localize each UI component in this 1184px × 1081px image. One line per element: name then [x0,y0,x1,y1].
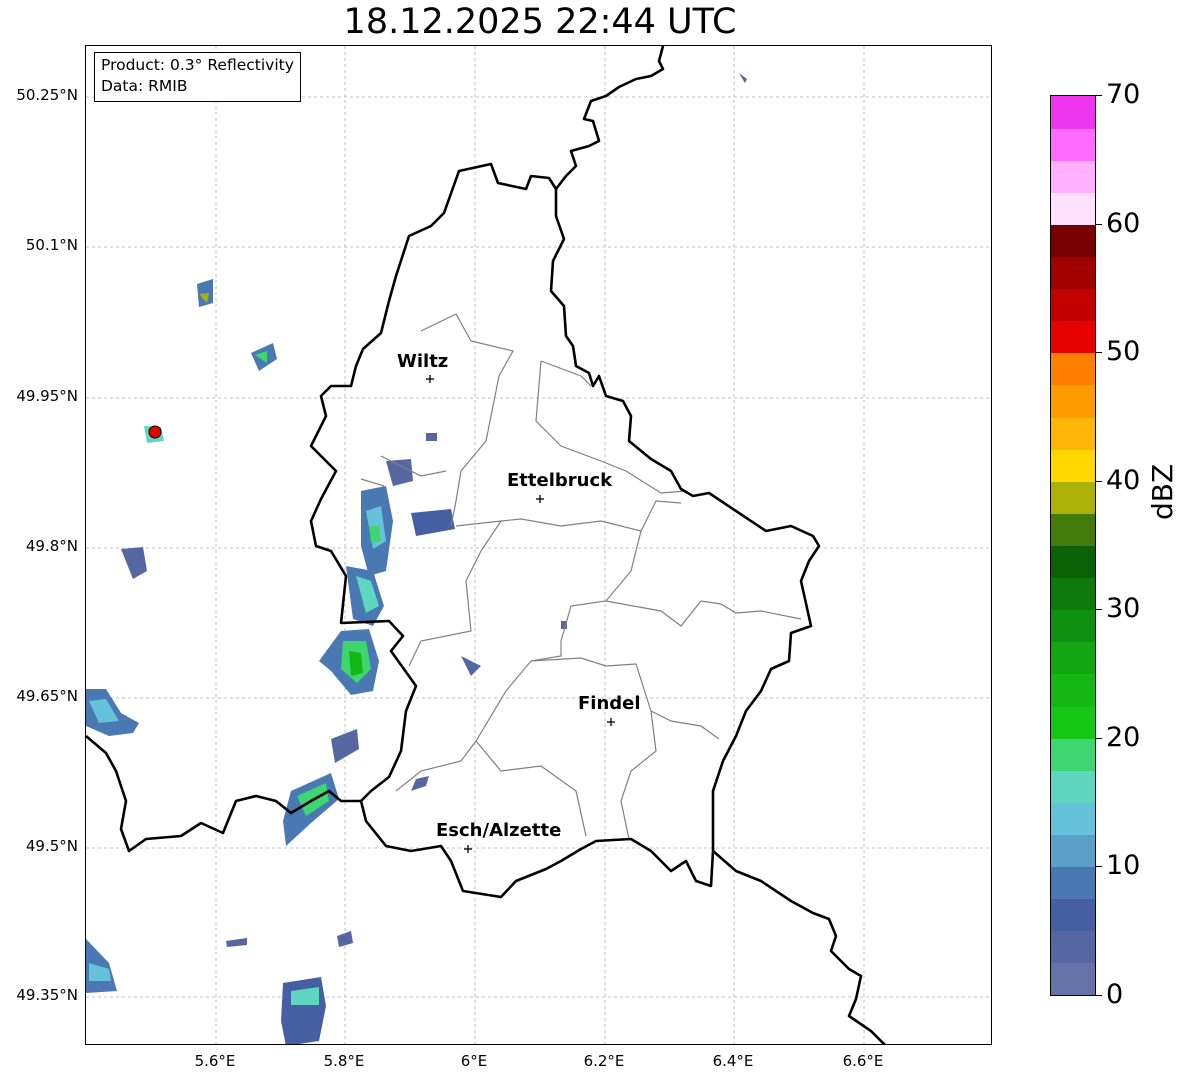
city-markers [426,375,615,853]
colorbar-segment [1051,384,1095,418]
district-boundaries [360,313,802,840]
city-label-findel: Findel [578,693,641,714]
colorbar-segment [1051,609,1095,643]
lat-label: 49.35°N [16,986,78,1004]
colorbar-segment [1051,930,1095,964]
colorbar-segment [1051,738,1095,771]
colorbar-tick [1096,737,1102,739]
colorbar-tick-label: 20 [1106,721,1141,753]
city-label-esch-alzette: Esch/Alzette [436,820,562,841]
colorbar-tick-label: 40 [1106,464,1141,496]
colorbar-segment [1051,866,1095,900]
colorbar-segment [1051,352,1095,386]
national-borders [86,46,886,1044]
map-title: 18.12.2025 22:44 UTC [343,2,737,42]
colorbar-tick [1096,866,1102,868]
colorbar-segment [1051,320,1095,354]
colorbar-tick-label: 0 [1106,979,1124,1010]
colorbar-tick-label: 30 [1106,593,1141,625]
colorbar-segment [1051,160,1095,193]
colorbar-segment [1051,256,1095,290]
city-label-ettelbruck: Ettelbruck [507,470,613,491]
lat-label: 49.8°N [25,537,78,555]
colorbar-segment [1051,577,1095,611]
lon-label: 5.6°E [194,1052,236,1070]
colorbar-segment [1051,192,1095,225]
colorbar-segment [1051,770,1095,803]
colorbar-tick [1096,995,1102,996]
colorbar [1050,95,1096,996]
colorbar-segment [1051,96,1095,129]
colorbar-tick [1096,223,1102,225]
lon-label: 6.4°E [712,1052,754,1070]
colorbar-segment [1051,802,1095,835]
colorbar-segment [1051,706,1095,739]
colorbar-segment [1051,673,1095,707]
colorbar-segment [1051,834,1095,868]
lon-label: 6°E [460,1052,488,1070]
map-canvas [86,46,991,1044]
colorbar-segment [1051,288,1095,322]
colorbar-segment [1051,481,1095,514]
colorbar-segment [1051,128,1095,161]
colorbar-tick-label: 10 [1106,850,1141,882]
colorbar-segment [1051,224,1095,258]
colorbar-segment [1051,641,1095,675]
lat-label: 49.95°N [16,387,78,405]
colorbar-tick [1096,352,1102,354]
colorbar-tick-label: 50 [1106,336,1141,368]
colorbar-segment [1051,417,1095,450]
lon-label: 5.8°E [323,1052,365,1070]
colorbar-tick [1096,480,1102,482]
colorbar-unit-label: dBZ [1146,463,1179,520]
lon-label: 6.2°E [583,1052,625,1070]
lat-label: 50.25°N [16,86,78,104]
colorbar-segment [1051,513,1095,546]
city-label-wiltz: Wiltz [397,351,449,372]
data-source-label: Data: RMIB [101,77,188,95]
colorbar-tick-label: 60 [1106,207,1141,239]
colorbar-segment [1051,898,1095,932]
radar-echoes [86,73,747,1044]
colorbar-tick-label: 70 [1106,79,1141,110]
colorbar-tick [1096,95,1102,96]
radar-map[interactable] [85,45,992,1045]
product-infobox: Product: 0.3° Reflectivity Data: RMIB [94,52,301,102]
lat-label: 50.1°N [25,236,78,254]
lat-label: 49.5°N [25,837,78,855]
product-label: Product: 0.3° Reflectivity [101,56,294,74]
colorbar-segment [1051,545,1095,579]
gridlines [86,46,991,1044]
lon-label: 6.6°E [842,1052,884,1070]
colorbar-tick [1096,609,1102,611]
colorbar-segment [1051,962,1095,996]
colorbar-segment [1051,449,1095,482]
lat-label: 49.65°N [16,687,78,705]
